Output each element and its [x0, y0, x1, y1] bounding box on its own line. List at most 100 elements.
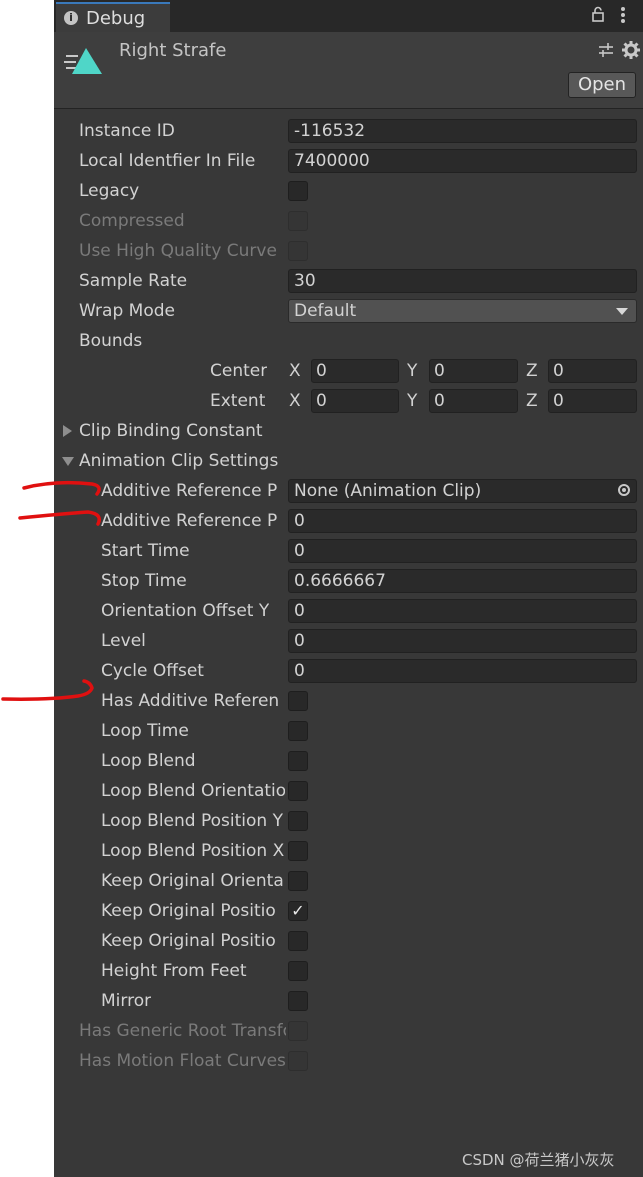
center-y-label: Y	[407, 361, 418, 381]
mirror-label: Mirror	[101, 991, 152, 1011]
open-button[interactable]: Open	[568, 72, 636, 98]
tab-label: Debug	[86, 8, 146, 29]
bounds-label: Bounds	[79, 331, 143, 351]
keep-original-position-y-label: Keep Original Positio	[101, 901, 276, 921]
keep-original-orientation-checkbox[interactable]	[288, 871, 308, 891]
compressed-label: Compressed	[79, 211, 185, 231]
additive-reference-pose-clip-label: Additive Reference P	[101, 481, 278, 501]
loop-blend-orientation-label: Loop Blend Orientatio	[101, 781, 285, 801]
clip-binding-constant-foldout[interactable]: Clip Binding Constant	[54, 416, 643, 446]
height-from-feet-checkbox[interactable]	[288, 961, 308, 981]
center-z-label: Z	[526, 361, 538, 381]
kebab-menu-icon[interactable]	[620, 4, 626, 26]
cycle-offset-field[interactable]: 0	[288, 659, 637, 683]
additive-reference-pose-time-field[interactable]: 0	[288, 509, 637, 533]
center-y-field[interactable]: 0	[429, 359, 518, 383]
cycle-offset-label: Cycle Offset	[101, 661, 204, 681]
keep-original-position-y-checkbox[interactable]: ✓	[288, 901, 308, 921]
extent-label: Extent	[210, 391, 266, 411]
object-field-value: None (Animation Clip)	[294, 481, 482, 501]
level-label: Level	[101, 631, 146, 651]
gear-icon[interactable]	[622, 41, 640, 59]
bounds-row: Bounds	[54, 326, 643, 356]
lock-icon[interactable]	[592, 6, 604, 22]
wrap-mode-value: Default	[294, 301, 357, 321]
legacy-row: Legacy	[54, 176, 643, 206]
additive-reference-pose-time-label: Additive Reference P	[101, 511, 278, 531]
mirror-checkbox[interactable]	[288, 991, 308, 1011]
instance-id-field[interactable]: -116532	[288, 119, 637, 143]
level-field[interactable]: 0	[288, 629, 637, 653]
object-picker-icon[interactable]	[618, 484, 630, 496]
extent-z-label: Z	[526, 391, 538, 411]
cycle-offset-row: Cycle Offset 0	[54, 656, 643, 686]
compressed-row: Compressed	[54, 206, 643, 236]
tab-debug[interactable]: i Debug	[56, 2, 170, 32]
orientation-offset-y-field[interactable]: 0	[288, 599, 637, 623]
loop-blend-position-y-label: Loop Blend Position Y	[101, 811, 283, 831]
tab-bar: i Debug	[54, 0, 643, 32]
wrap-mode-label: Wrap Mode	[79, 301, 175, 321]
keep-original-position-xz-checkbox[interactable]	[288, 931, 308, 951]
has-additive-reference-pose-checkbox[interactable]	[288, 691, 308, 711]
center-x-label: X	[289, 361, 301, 381]
info-icon: i	[64, 11, 78, 25]
extent-y-field[interactable]: 0	[429, 389, 518, 413]
foldout-expanded-icon	[62, 457, 74, 466]
dropdown-arrow-icon	[616, 308, 628, 315]
loop-blend-label: Loop Blend	[101, 751, 196, 771]
start-time-label: Start Time	[101, 541, 190, 561]
start-time-field[interactable]: 0	[288, 539, 637, 563]
loop-time-checkbox[interactable]	[288, 721, 308, 741]
level-row: Level 0	[54, 626, 643, 656]
legacy-checkbox[interactable]	[288, 181, 308, 201]
keep-original-position-xz-label: Keep Original Positio	[101, 931, 276, 951]
extent-x-field[interactable]: 0	[311, 389, 399, 413]
local-identifier-field[interactable]: 7400000	[288, 149, 637, 173]
loop-blend-position-y-checkbox[interactable]	[288, 811, 308, 831]
center-z-field[interactable]: 0	[548, 359, 637, 383]
has-motion-float-curves-label: Has Motion Float Curves	[79, 1051, 286, 1071]
loop-blend-position-xz-label: Loop Blend Position X	[101, 841, 285, 861]
loop-blend-position-xz-row: Loop Blend Position X	[54, 836, 643, 866]
local-identifier-row: Local Identfier In File 7400000	[54, 146, 643, 176]
center-x-field[interactable]: 0	[311, 359, 399, 383]
loop-blend-checkbox[interactable]	[288, 751, 308, 771]
instance-id-row: Instance ID -116532	[54, 116, 643, 146]
high-quality-curve-label: Use High Quality Curve	[79, 241, 277, 261]
stop-time-field[interactable]: 0.6666667	[288, 569, 637, 593]
watermark: CSDN @荷兰猪小灰灰	[462, 1151, 615, 1169]
compressed-checkbox	[288, 211, 308, 231]
height-from-feet-row: Height From Feet	[54, 956, 643, 986]
has-motion-float-curves-row: Has Motion Float Curves	[54, 1046, 643, 1076]
sample-rate-field[interactable]: 30	[288, 269, 637, 293]
extent-x-label: X	[289, 391, 301, 411]
inspector-panel: i Debug Right Strafe Open Instance ID -1…	[54, 0, 643, 1177]
preset-sliders-icon[interactable]	[598, 42, 614, 58]
loop-blend-orientation-checkbox[interactable]	[288, 781, 308, 801]
start-time-row: Start Time 0	[54, 536, 643, 566]
keep-original-orientation-label: Keep Original Orienta	[101, 871, 284, 891]
foldout-collapsed-icon	[63, 425, 72, 437]
high-quality-curve-row: Use High Quality Curve	[54, 236, 643, 266]
header-divider	[54, 108, 643, 109]
loop-time-label: Loop Time	[101, 721, 189, 741]
loop-blend-position-xz-checkbox[interactable]	[288, 841, 308, 861]
loop-time-row: Loop Time	[54, 716, 643, 746]
object-title: Right Strafe	[119, 40, 227, 61]
sample-rate-row: Sample Rate 30	[54, 266, 643, 296]
has-generic-root-transform-row: Has Generic Root Transform	[54, 1016, 643, 1046]
stop-time-label: Stop Time	[101, 571, 187, 591]
high-quality-curve-checkbox	[288, 241, 308, 261]
height-from-feet-label: Height From Feet	[101, 961, 247, 981]
keep-original-position-xz-row: Keep Original Positio	[54, 926, 643, 956]
wrap-mode-dropdown[interactable]: Default	[288, 299, 637, 323]
additive-reference-pose-clip-field[interactable]: None (Animation Clip)	[288, 479, 637, 503]
has-generic-root-transform-label: Has Generic Root Transform	[79, 1021, 286, 1041]
annotation-arrow	[22, 480, 101, 496]
animation-clip-settings-foldout[interactable]: Animation Clip Settings	[54, 446, 643, 476]
has-additive-reference-pose-label: Has Additive Referen	[101, 691, 280, 711]
mirror-row: Mirror	[54, 986, 643, 1016]
extent-z-field[interactable]: 0	[548, 389, 637, 413]
inspector-header: Right Strafe Open	[54, 32, 643, 108]
